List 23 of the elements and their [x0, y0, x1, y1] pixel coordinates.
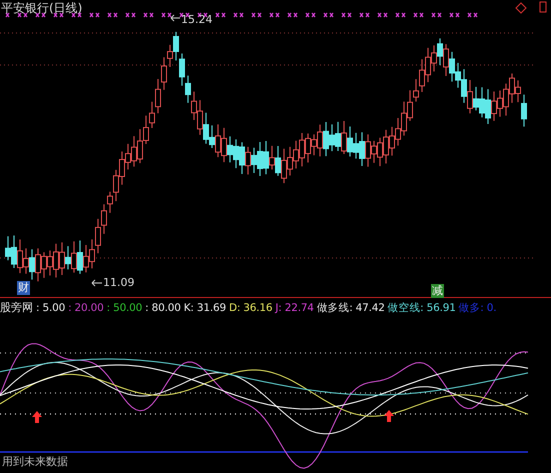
square-icon [540, 2, 546, 12]
indicator-value: 做空线: 56.91 [388, 300, 456, 314]
low-pointer-icon [92, 280, 102, 286]
up-arrow-icon [384, 410, 394, 422]
event-marker: 财 [17, 281, 30, 295]
indicator-value: 做多: 0. [458, 300, 496, 314]
indicator-value: : 80.00 [145, 302, 181, 314]
indicator-value: 做多线: 47.42 [316, 300, 385, 314]
indicator-value: J: 22.74 [275, 302, 314, 314]
event-marker: 减 [431, 284, 444, 298]
low-price-label: 11.09 [103, 276, 134, 289]
chart-title: 平安银行(日线) [1, 0, 82, 17]
footer-note: 用到未来数据 [2, 454, 68, 469]
up-arrow-icon [32, 411, 42, 423]
indicator-value: K: 31.69 [184, 302, 226, 314]
high-price-label: 15.24 [181, 13, 212, 26]
diamond-icon [515, 2, 527, 14]
indicator-value: : 20.00 [68, 302, 104, 314]
indicator-value: D: 36.16 [228, 302, 272, 314]
indicator-name: 股旁网 [0, 300, 33, 315]
indicator-value: : 50.00 [106, 302, 142, 314]
high-pointer-icon [170, 14, 180, 22]
indicator-value: : 5.00 [36, 302, 66, 314]
